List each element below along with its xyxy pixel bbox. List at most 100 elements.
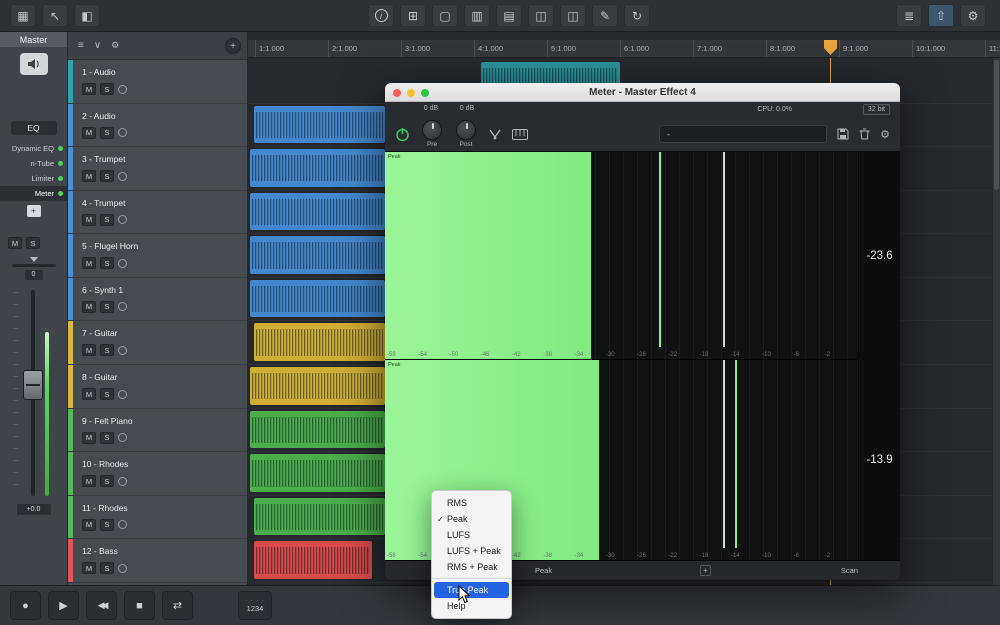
track-header-row[interactable]: 12 - Bass M S — [68, 539, 247, 583]
play-button[interactable]: ▶ — [48, 591, 79, 620]
eq-button[interactable]: EQ — [11, 121, 57, 135]
mute-button[interactable]: M — [82, 127, 96, 139]
pan-control[interactable]: 0 — [10, 257, 58, 280]
info-icon[interactable]: i — [368, 4, 394, 27]
record-arm-button[interactable] — [118, 477, 127, 486]
insert-slot[interactable]: Limiter — [0, 171, 67, 186]
piano-view-icon[interactable]: ▥ — [464, 4, 490, 27]
zoom-window-icon[interactable] — [421, 89, 429, 97]
solo-button[interactable]: S — [100, 432, 114, 444]
meter-options-icon[interactable]: + — [700, 565, 711, 576]
add-insert-button[interactable]: + — [27, 205, 41, 217]
insert-slot[interactable]: n-Tube — [0, 156, 67, 171]
solo-button[interactable]: S — [100, 257, 114, 269]
mute-button[interactable]: M — [82, 257, 96, 269]
audio-clip[interactable] — [250, 367, 385, 405]
solo-button[interactable]: S — [100, 170, 114, 182]
menu-item[interactable]: True Peak — [434, 582, 509, 598]
solo-button[interactable]: S — [100, 214, 114, 226]
pan-slider[interactable] — [12, 264, 56, 267]
menu-item[interactable]: Help — [432, 598, 511, 614]
track-header-row[interactable]: 3 - Trumpet M S — [68, 147, 247, 191]
track-header-row[interactable]: 9 - Felt Piano M S — [68, 409, 247, 453]
mixer-panel-icon[interactable]: ≣ — [896, 4, 922, 27]
track-filter-icon[interactable]: ≡ — [78, 40, 84, 51]
track-header-row[interactable]: 8 - Guitar M S — [68, 365, 247, 409]
track-header-row[interactable]: 7 - Guitar M S — [68, 321, 247, 365]
mute-button[interactable]: M — [82, 170, 96, 182]
grid-snap-icon[interactable]: ⊞ — [400, 4, 426, 27]
mix-view-icon[interactable]: ▦ — [10, 4, 36, 27]
preset-selector[interactable]: - — [659, 125, 827, 143]
meter-mode-label[interactable]: Peak — [535, 566, 552, 575]
mute-button[interactable]: M — [82, 83, 96, 95]
solo-button[interactable]: S — [100, 519, 114, 531]
solo-button[interactable]: S — [100, 475, 114, 487]
mute-button[interactable]: M — [82, 301, 96, 313]
mute-button[interactable]: M — [82, 388, 96, 400]
plugin-settings-gear-icon[interactable]: ⚙ — [880, 128, 890, 141]
record-arm-button[interactable] — [118, 346, 127, 355]
audio-clip[interactable] — [254, 498, 385, 536]
expand-view-icon[interactable]: ▢ — [432, 4, 458, 27]
audio-clip[interactable] — [250, 280, 385, 318]
close-window-icon[interactable] — [393, 89, 401, 97]
record-arm-button[interactable] — [118, 128, 127, 137]
sidechain-routing-icon[interactable] — [488, 128, 502, 140]
loop-follow-icon[interactable]: ↻ — [624, 4, 650, 27]
record-arm-button[interactable] — [118, 564, 127, 573]
record-arm-button[interactable] — [118, 433, 127, 442]
mute-button[interactable]: M — [82, 562, 96, 574]
settings-gear-icon[interactable]: ⚙ — [960, 4, 986, 27]
fader-handle[interactable] — [23, 370, 43, 400]
audio-clip[interactable] — [250, 411, 385, 449]
timeline-ruler[interactable]: 1:1.0002:1.0003:1.0004:1.0005:1.0006:1.0… — [248, 40, 1000, 58]
solo-button[interactable]: S — [100, 301, 114, 313]
solo-button[interactable]: S — [100, 344, 114, 356]
mute-button[interactable]: M — [82, 432, 96, 444]
mute-button[interactable]: M — [82, 475, 96, 487]
editor-view-icon[interactable]: ◫ — [528, 4, 554, 27]
solo-button[interactable]: S — [100, 127, 114, 139]
menu-item[interactable]: LUFS — [432, 527, 511, 543]
record-arm-button[interactable] — [118, 215, 127, 224]
plugin-titlebar[interactable]: Meter - Master Effect 4 — [385, 83, 900, 102]
record-arm-button[interactable] — [118, 259, 127, 268]
record-arm-button[interactable] — [118, 302, 127, 311]
range-tool-icon[interactable]: ◧ — [74, 4, 100, 27]
browser-view-icon[interactable]: ◫ — [560, 4, 586, 27]
menu-item[interactable]: RMS — [432, 495, 511, 511]
add-track-button[interactable]: + — [225, 38, 241, 54]
plugin-power-icon[interactable] — [395, 127, 410, 142]
vertical-scrollbar[interactable] — [993, 58, 1000, 585]
record-arm-button[interactable] — [118, 172, 127, 181]
mute-button[interactable]: M — [82, 519, 96, 531]
track-header-row[interactable]: 2 - Audio M S — [68, 104, 247, 148]
export-icon[interactable]: ⇧ — [928, 4, 954, 27]
record-arm-button[interactable] — [118, 520, 127, 529]
pencil-tool-icon[interactable]: ✎ — [592, 4, 618, 27]
scan-label[interactable]: Scan — [841, 566, 858, 575]
solo-button[interactable]: S — [100, 388, 114, 400]
record-button[interactable]: ● — [10, 591, 41, 620]
audio-clip[interactable] — [250, 454, 385, 492]
levels-view-icon[interactable]: ▤ — [496, 4, 522, 27]
minimize-window-icon[interactable] — [407, 89, 415, 97]
insert-power-icon[interactable] — [58, 191, 63, 196]
arrow-tool-icon[interactable]: ↖ — [42, 4, 68, 27]
insert-slot[interactable]: Meter — [0, 186, 67, 201]
mute-button[interactable]: M — [82, 214, 96, 226]
scrollbar-thumb[interactable] — [994, 60, 999, 190]
audio-clip[interactable] — [254, 323, 385, 361]
track-settings-gear-icon[interactable]: ⚙ — [111, 40, 119, 51]
master-solo-button[interactable]: S — [26, 237, 40, 249]
record-arm-button[interactable] — [118, 85, 127, 94]
insert-power-icon[interactable] — [58, 146, 63, 151]
keyboard-icon[interactable] — [512, 129, 528, 140]
menu-item[interactable]: ✓ Peak — [432, 511, 511, 527]
master-mute-button[interactable]: M — [8, 237, 22, 249]
mute-button[interactable]: M — [82, 344, 96, 356]
track-header-row[interactable]: 5 - Flugel Horn M S — [68, 234, 247, 278]
menu-item[interactable]: LUFS + Peak — [432, 543, 511, 559]
rewind-button[interactable]: ◀◀ — [86, 591, 117, 620]
